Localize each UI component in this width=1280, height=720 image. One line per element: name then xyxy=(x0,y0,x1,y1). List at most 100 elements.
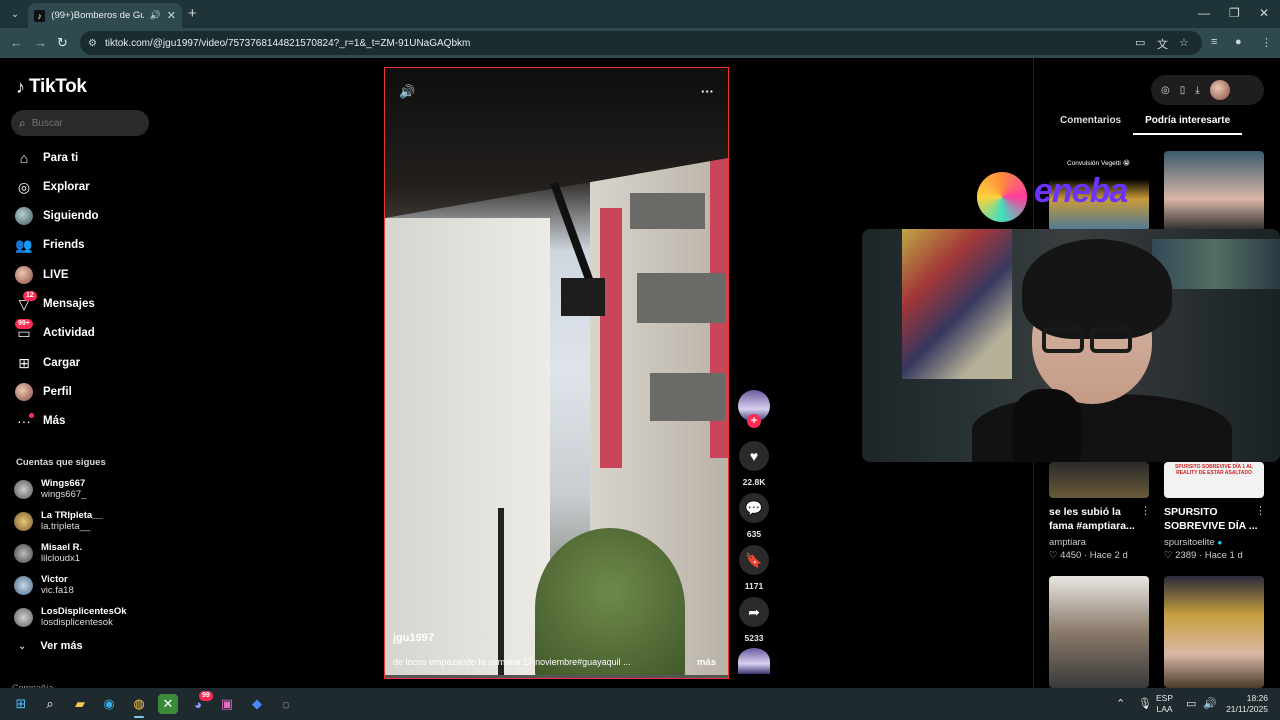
caption-line: SOBREVIVE DÍA ... xyxy=(1164,520,1258,532)
following-item[interactable]: LosDisplicentesOk losdisplicentesok xyxy=(14,606,127,628)
kebab-menu-icon[interactable]: ⋮ xyxy=(1140,504,1151,517)
nav-para-ti[interactable]: ⌂ Para ti xyxy=(15,147,78,169)
browser-menu-icon[interactable]: ⋮ xyxy=(1261,36,1272,49)
video-building-left xyxy=(385,218,550,678)
app-icon[interactable]: ◆ xyxy=(247,694,267,714)
profile-icon[interactable]: ● xyxy=(1235,36,1242,48)
chrome-browser-icon[interactable]: ◍ xyxy=(129,694,149,714)
suggested-caption[interactable]: SPURSITO SOBREVIVE DÍA ... xyxy=(1164,505,1258,533)
nav-live[interactable]: LIVE xyxy=(15,264,69,286)
see-more-button[interactable]: ⌄ Ver más xyxy=(18,640,83,652)
following-item[interactable]: Wings667 wings667_ xyxy=(14,478,86,500)
cast-icon[interactable]: ▭ xyxy=(1135,36,1145,49)
bookmark-star-icon[interactable]: ☆ xyxy=(1179,36,1189,49)
following-handle: vic.fa18 xyxy=(41,585,74,596)
video-progress-bar[interactable] xyxy=(385,675,728,678)
restore-icon[interactable]: ❐ xyxy=(1229,6,1240,20)
clock-date: 21/11/2025 xyxy=(1226,704,1268,714)
mobile-icon[interactable]: ▯ xyxy=(1180,85,1186,96)
follow-plus-icon[interactable]: + xyxy=(747,414,761,428)
thumbnail-text: SPURSITO SOBREVIVE DÍA 1 AL REALITY DE E… xyxy=(1175,464,1253,476)
recording-app-icon[interactable]: ◌ xyxy=(276,694,296,714)
video-lamp-post xyxy=(498,508,504,678)
search-input[interactable] xyxy=(31,117,132,129)
edge-browser-icon[interactable]: ◉ xyxy=(99,694,119,714)
following-name: Victor xyxy=(41,574,68,585)
browser-tab[interactable]: ♪ (99+)Bomberos de Guayaquil 🔊 ✕ xyxy=(28,3,182,28)
tiktok-logo[interactable]: ♪ TikTok xyxy=(16,76,87,98)
network-icon[interactable]: ▭ xyxy=(1186,697,1196,710)
suggested-caption[interactable]: se les subió la fama #amptiara... xyxy=(1049,505,1135,533)
nav-mas[interactable]: ··· Más xyxy=(15,410,65,432)
volume-icon[interactable]: 🔊 xyxy=(399,84,415,100)
reading-list-icon[interactable]: ≡ xyxy=(1211,36,1217,48)
discord-icon[interactable]: ◕ 99 xyxy=(188,691,213,714)
nav-cargar[interactable]: ⊞ Cargar xyxy=(15,352,80,374)
nav-friends[interactable]: 👥 Friends xyxy=(15,234,84,256)
tab-search-dropdown-icon[interactable]: ⌄ xyxy=(6,5,24,23)
profile-avatar-icon xyxy=(15,383,33,401)
microphone-icon[interactable]: 🎙 xyxy=(1138,697,1152,710)
nav-mensajes[interactable]: ▽ 12 Mensajes xyxy=(15,291,95,315)
translate-icon[interactable]: 文 xyxy=(1157,36,1168,52)
nav-explorar[interactable]: ◎ Explorar xyxy=(15,176,90,198)
search-box[interactable]: ⌕ xyxy=(11,110,149,136)
video-options-icon[interactable]: ··· xyxy=(701,84,714,99)
compass-icon[interactable]: ◎ xyxy=(1161,85,1170,96)
close-window-icon[interactable]: ✕ xyxy=(1259,6,1269,20)
xbox-icon[interactable]: ✕ xyxy=(158,694,178,714)
clock[interactable]: 18:26 21/11/2025 xyxy=(1222,693,1268,715)
suggested-video-thumbnail[interactable] xyxy=(1049,576,1149,688)
site-info-icon[interactable]: ⚙ xyxy=(88,38,97,49)
tab-audio-icon[interactable]: 🔊 xyxy=(150,10,161,21)
video-username[interactable]: jgu1997 xyxy=(393,632,434,644)
file-explorer-icon[interactable]: ▰ xyxy=(70,694,90,714)
share-button[interactable]: ➦ xyxy=(739,597,769,627)
following-item[interactable]: La TRIpleta__ la.tripleta__ xyxy=(14,510,103,532)
suggested-video-thumbnail[interactable] xyxy=(1164,151,1264,231)
like-button[interactable]: ♥ xyxy=(739,441,769,471)
streaming-app-icon[interactable]: ▣ xyxy=(217,694,237,714)
language-indicator[interactable]: ESP LAA xyxy=(1156,693,1173,715)
avatar[interactable] xyxy=(1209,80,1230,100)
more-notification-dot xyxy=(29,413,34,418)
nav-actividad[interactable]: ▭ 99+ Actividad xyxy=(15,319,95,344)
back-icon[interactable]: ← xyxy=(10,35,23,50)
tab-podria-interesarte[interactable]: Podría interesarte xyxy=(1133,115,1243,135)
nav-perfil[interactable]: Perfil xyxy=(15,381,72,403)
suggested-author[interactable]: spursitoelite ● xyxy=(1164,537,1222,548)
following-name: Misael R. xyxy=(41,542,83,553)
comment-button[interactable]: 💬 xyxy=(739,493,769,523)
video-more-link[interactable]: más xyxy=(697,657,716,668)
video-author-line[interactable]: jgu1997 · Hace 4 d xyxy=(393,632,484,644)
suggested-video-thumbnail[interactable] xyxy=(1049,462,1149,498)
nav-siguiendo[interactable]: Siguiendo xyxy=(15,205,99,227)
live-avatar-icon xyxy=(15,266,33,284)
tab-close-icon[interactable]: ✕ xyxy=(167,9,176,22)
windows-start-icon[interactable]: ⊞ xyxy=(11,694,31,714)
eneba-logo-icon xyxy=(977,172,1027,222)
language-top: ESP xyxy=(1156,693,1174,703)
tab-comentarios[interactable]: Comentarios xyxy=(1048,115,1133,135)
new-tab-icon[interactable]: + xyxy=(188,5,197,22)
see-more-label: Ver más xyxy=(40,640,83,652)
following-item[interactable]: Misael R. lilcloudx1 xyxy=(14,542,82,564)
minimize-icon[interactable]: — xyxy=(1198,6,1210,20)
forward-icon[interactable]: → xyxy=(34,35,47,50)
suggested-video-thumbnail[interactable] xyxy=(1164,576,1264,688)
reload-icon[interactable]: ↻ xyxy=(57,35,68,51)
following-item[interactable]: Victor vic.fa18 xyxy=(14,574,74,596)
download-icon[interactable]: ⤓ xyxy=(1195,85,1199,96)
suggested-author[interactable]: amptiara xyxy=(1049,537,1086,548)
video-player[interactable]: 🔊 ··· jgu1997 · Hace 4 d de locos empeza… xyxy=(384,67,729,679)
volume-icon[interactable]: 🔊 xyxy=(1203,697,1217,710)
kebab-menu-icon[interactable]: ⋮ xyxy=(1255,504,1266,517)
url-text[interactable]: tiktok.com/@jgu1997/video/75737681448215… xyxy=(105,38,470,49)
save-button[interactable]: 🔖 xyxy=(739,545,769,575)
compass-icon: ◎ xyxy=(17,178,31,195)
suggested-video-thumbnail[interactable]: SPURSITO SOBREVIVE DÍA 1 AL REALITY DE E… xyxy=(1164,462,1264,498)
address-bar[interactable]: ⚙ tiktok.com/@jgu1997/video/757376814482… xyxy=(80,31,1202,55)
music-disc-avatar[interactable] xyxy=(738,648,770,674)
search-icon[interactable]: ⌕ xyxy=(40,694,60,714)
chevron-up-icon[interactable]: ⌃ xyxy=(1116,697,1125,710)
